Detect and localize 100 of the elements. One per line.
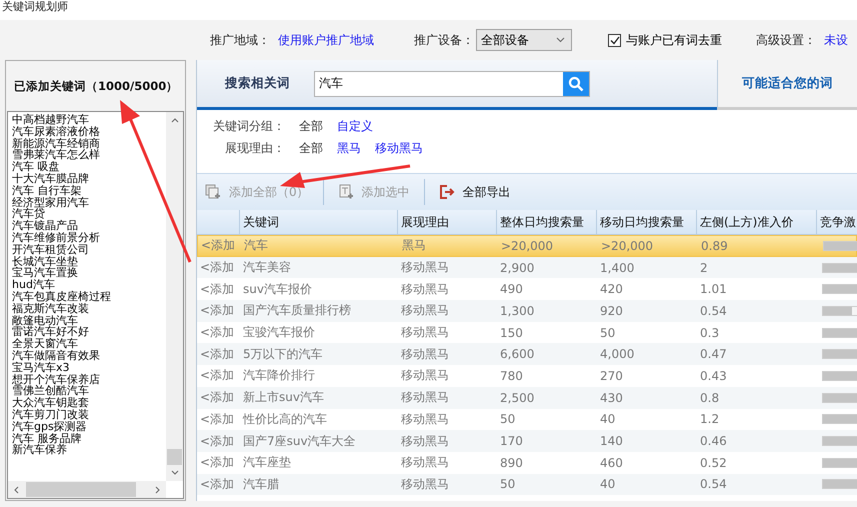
keyword-item[interactable]: 汽车贷 <box>12 208 166 220</box>
table-cell-text: 430 <box>599 390 624 405</box>
add-link[interactable]: <添加 <box>197 410 240 428</box>
add-link[interactable]: <添加 <box>197 346 240 363</box>
keyword-item[interactable]: 汽车剪刀门改装 <box>12 408 166 421</box>
column-header[interactable]: 移动日均搜索量 <box>597 210 697 234</box>
filter-option[interactable]: 移动黑马 <box>375 140 423 157</box>
table-cell-text: 1,400 <box>599 260 636 275</box>
add-link[interactable]: <添加 <box>197 432 240 450</box>
keyword-item[interactable]: 全景天窗汽车 <box>12 338 166 350</box>
add-link[interactable]: <添加 <box>197 476 240 493</box>
keyword-item[interactable]: 汽车 服务品牌 <box>12 432 166 444</box>
scroll-thumb[interactable] <box>26 482 136 497</box>
keyword-item[interactable]: 开汽车租赁公司 <box>12 244 166 256</box>
keyword-item[interactable]: 汽车尿素溶液价格 <box>12 126 166 138</box>
filter-option[interactable]: 全部 <box>299 118 323 135</box>
add-link[interactable]: <添加 <box>197 280 240 298</box>
device-dropdown[interactable]: 全部设备 <box>476 29 572 51</box>
panel-title: 已添加关键词（1000/5000） <box>13 78 180 94</box>
keyword-item[interactable]: 汽车做隔音有效果 <box>12 350 166 362</box>
table-row[interactable]: <添加 国产7座suv汽车大全 移动黑马 170 140 0.46 <box>197 430 857 452</box>
keyword-item[interactable]: 想开个汽车保养店 <box>12 374 166 386</box>
column-header[interactable]: 展现理由 <box>398 210 497 234</box>
table-row[interactable]: <添加 国产汽车质量排行榜 移动黑马 1,300 920 0.54 <box>197 300 857 322</box>
table-cell-text: 40 <box>599 477 616 492</box>
filter-option[interactable]: 自定义 <box>337 118 373 135</box>
add-link[interactable]: <添加 <box>197 454 240 472</box>
table-cell-text: 移动黑马 <box>400 346 450 363</box>
filter-option[interactable]: 黑马 <box>337 140 361 157</box>
table-row[interactable]: <添加 5万以下的汽车 移动黑马 6,600 4,000 0.47 <box>197 343 857 366</box>
table-cell-text: 移动黑马 <box>400 432 450 450</box>
add-link[interactable]: <添加 <box>197 302 240 320</box>
scroll-thumb[interactable] <box>167 449 182 465</box>
keyword-item[interactable]: 汽车gps探测器 <box>12 420 166 433</box>
keyword-item[interactable]: 雷诺汽车好不好 <box>12 326 166 338</box>
keyword-item[interactable]: 十大汽车膜品牌 <box>12 172 166 185</box>
keyword-item[interactable]: hud汽车 <box>12 279 166 291</box>
table-cell-text: 移动黑马 <box>400 476 450 493</box>
keyword-item[interactable]: 汽车 自行车架 <box>12 184 166 197</box>
table-cell-text: 移动黑马 <box>400 410 450 428</box>
tab[interactable]: 可能适合您的词 <box>717 60 857 110</box>
keyword-item[interactable]: 宝马汽车x3 <box>12 362 166 374</box>
table-cell-text: 1.01 <box>699 282 728 296</box>
table-cell-text: 国产7座suv汽车大全 <box>242 432 357 450</box>
filter-label: 关键词分组： <box>212 118 285 135</box>
keyword-item[interactable]: 雪佛兰创酷汽车 <box>12 385 166 398</box>
keyword-item[interactable]: 敞篷电动汽车 <box>12 314 166 326</box>
keyword-item[interactable]: 中高档越野汽车 <box>12 114 166 126</box>
column-header[interactable]: 关键词 <box>240 210 398 234</box>
keyword-item[interactable]: 汽车包真皮座椅过程 <box>12 290 166 303</box>
chevron-left-icon[interactable] <box>12 486 20 494</box>
table-cell-text: 国产汽车质量排行榜 <box>242 302 352 320</box>
table-cell-text: 汽车座垫 <box>242 454 292 472</box>
column-header[interactable]: 整体日均搜索量 <box>497 210 597 234</box>
dedupe-checkbox[interactable]: 与账户已有词去重 <box>608 32 722 48</box>
column-header[interactable]: 竞争激 <box>817 210 857 234</box>
keyword-item[interactable]: 汽车镀晶产品 <box>12 220 166 232</box>
table-cell-text: 140 <box>599 434 624 448</box>
horizontal-scrollbar[interactable] <box>8 481 166 498</box>
keyword-item[interactable]: 雪弗莱汽车怎么样 <box>12 149 166 162</box>
search-button[interactable] <box>563 72 589 96</box>
keyword-item[interactable]: 汽车 吸盘 <box>12 161 166 173</box>
filter-option[interactable]: 全部 <box>299 140 323 157</box>
table-cell-text: 移动黑马 <box>400 302 450 320</box>
keyword-item[interactable]: 经济型家用汽车 <box>12 196 166 208</box>
chevron-up-icon[interactable] <box>170 116 178 124</box>
keyword-item[interactable]: 长城汽车坐垫 <box>12 256 166 268</box>
table-row[interactable]: <添加 汽车美容 移动黑马 2,900 1,400 2 <box>197 256 857 278</box>
table-cell-text: >20,000 <box>500 238 554 253</box>
keyword-item[interactable]: 汽车维修前景分析 <box>12 232 166 244</box>
region-link[interactable]: 使用账户推广地域 <box>278 32 374 48</box>
keyword-item[interactable]: 新汽车保养 <box>12 444 166 456</box>
vertical-scrollbar[interactable] <box>166 112 183 481</box>
table-row[interactable]: <添加 汽车腊 移动黑马 50 40 0.54 <box>197 474 857 496</box>
add-link[interactable]: <添加 <box>197 259 240 276</box>
add-link[interactable]: <添加 <box>197 367 240 384</box>
keyword-item[interactable]: 宝马汽车置换 <box>12 267 166 280</box>
table-cell-text: 汽车美容 <box>242 259 292 276</box>
tab[interactable]: 搜索相关词 汽车 <box>197 60 717 110</box>
table-row[interactable]: <添加 新上市suv汽车 移动黑马 2,500 430 0.8 <box>197 386 857 408</box>
advanced-label: 高级设置： <box>756 32 816 48</box>
export-button[interactable]: 全部导出 <box>438 179 525 205</box>
add-link[interactable]: <添加 <box>197 389 240 406</box>
column-header[interactable]: 左侧(上方)准入价 <box>697 210 817 234</box>
table-cell-text: 5万以下的汽车 <box>242 346 324 363</box>
chevron-right-icon[interactable] <box>154 486 162 494</box>
chevron-down-icon[interactable] <box>170 469 178 477</box>
window-title: 关键词规划师 <box>2 0 68 13</box>
table-cell-text: 移动黑马 <box>400 454 450 472</box>
table-cell-text: 890 <box>499 456 524 470</box>
keyword-item[interactable]: 新能源汽车经销商 <box>12 138 166 150</box>
advanced-link[interactable]: 未设 <box>824 32 848 48</box>
keyword-item[interactable]: 大众汽车钥匙套 <box>12 397 166 409</box>
table-cell-text: 汽车降价排行 <box>242 367 316 384</box>
add-link[interactable]: <添加 <box>197 324 240 342</box>
search-field[interactable]: 汽车 <box>314 70 590 96</box>
keyword-item[interactable]: 福克斯汽车改装 <box>12 302 166 315</box>
search-icon <box>568 76 584 92</box>
table-cell-text: 920 <box>599 304 624 318</box>
table-cell-text: 移动黑马 <box>400 324 450 342</box>
